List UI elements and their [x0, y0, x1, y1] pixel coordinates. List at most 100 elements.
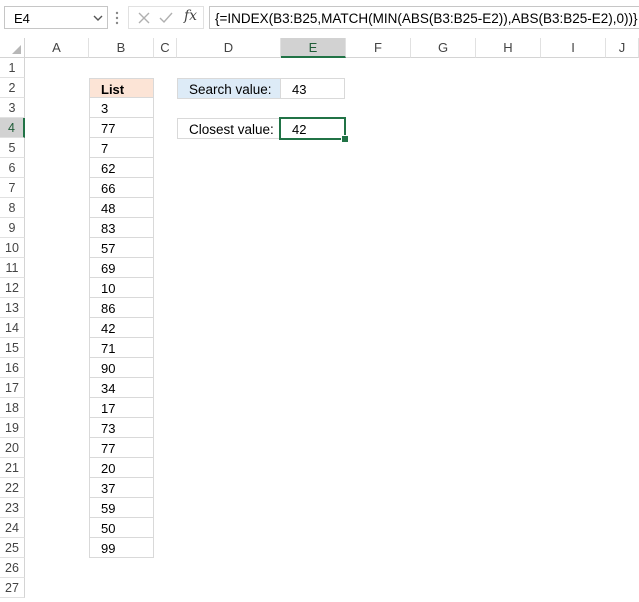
- list-value: 90: [101, 361, 116, 376]
- column-header-g[interactable]: G: [411, 38, 476, 58]
- row-header-22[interactable]: 22: [0, 478, 25, 498]
- list-cell[interactable]: 83: [89, 218, 154, 238]
- insert-function-icon[interactable]: fx: [184, 8, 197, 24]
- list-cell[interactable]: 59: [89, 498, 154, 518]
- list-value: 3: [101, 101, 109, 116]
- row-header-25[interactable]: 25: [0, 538, 25, 558]
- list-value: 48: [101, 201, 116, 216]
- closest-value-label-cell[interactable]: Closest value:: [177, 118, 281, 139]
- list-value: 42: [101, 321, 116, 336]
- list-value: 7: [101, 141, 109, 156]
- list-value: 69: [101, 261, 116, 276]
- fill-handle[interactable]: [341, 135, 349, 143]
- list-cell[interactable]: 77: [89, 438, 154, 458]
- list-value: 99: [101, 541, 116, 556]
- list-value: 20: [101, 461, 116, 476]
- row-header-16[interactable]: 16: [0, 358, 25, 378]
- formula-buttons: fx: [128, 6, 204, 29]
- row-header-17[interactable]: 17: [0, 378, 25, 398]
- list-cell[interactable]: 57: [89, 238, 154, 258]
- list-cell[interactable]: 66: [89, 178, 154, 198]
- row-header-14[interactable]: 14: [0, 318, 25, 338]
- row-header-11[interactable]: 11: [0, 258, 25, 278]
- list-cell[interactable]: 17: [89, 398, 154, 418]
- list-value: 57: [101, 241, 116, 256]
- row-header-12[interactable]: 12: [0, 278, 25, 298]
- column-header-e[interactable]: E: [281, 38, 346, 58]
- enter-check-icon[interactable]: [159, 11, 173, 25]
- row-header-2[interactable]: 2: [0, 78, 25, 98]
- list-cell[interactable]: 37: [89, 478, 154, 498]
- list-cell[interactable]: 62: [89, 158, 154, 178]
- list-cell[interactable]: 99: [89, 538, 154, 558]
- list-cell[interactable]: 3: [89, 98, 154, 118]
- list-value: 73: [101, 421, 116, 436]
- row-header-21[interactable]: 21: [0, 458, 25, 478]
- closest-value-cell-selected[interactable]: 42: [279, 117, 346, 140]
- list-cell[interactable]: 73: [89, 418, 154, 438]
- cancel-icon[interactable]: [137, 11, 151, 25]
- column-header-c[interactable]: C: [154, 38, 177, 58]
- search-value: 43: [292, 82, 307, 97]
- row-header-9[interactable]: 9: [0, 218, 25, 238]
- list-cell[interactable]: 69: [89, 258, 154, 278]
- search-value-label-cell[interactable]: Search value:: [177, 78, 281, 99]
- column-header-f[interactable]: F: [346, 38, 411, 58]
- row-header-24[interactable]: 24: [0, 518, 25, 538]
- list-value: 77: [101, 441, 116, 456]
- select-all-button[interactable]: [0, 38, 25, 58]
- list-value: 34: [101, 381, 116, 396]
- list-cell[interactable]: 42: [89, 318, 154, 338]
- list-value: 62: [101, 161, 116, 176]
- list-cell[interactable]: 90: [89, 358, 154, 378]
- row-header-27[interactable]: 27: [0, 578, 25, 598]
- list-cell[interactable]: 10: [89, 278, 154, 298]
- column-header-i[interactable]: I: [541, 38, 606, 58]
- list-header-cell[interactable]: List: [89, 78, 154, 98]
- list-value: 50: [101, 521, 116, 536]
- column-header-b[interactable]: B: [89, 38, 154, 58]
- list-cell[interactable]: 77: [89, 118, 154, 138]
- column-header-h[interactable]: H: [476, 38, 541, 58]
- row-header-23[interactable]: 23: [0, 498, 25, 518]
- chevron-down-icon[interactable]: [93, 13, 103, 23]
- list-cell[interactable]: 71: [89, 338, 154, 358]
- cell-area[interactable]: List 3 77 7 62 66 48 83 57 69 10 86 42 71 90 34 17 73 77 20…: [25, 58, 639, 602]
- list-value: 66: [101, 181, 116, 196]
- list-value: 17: [101, 401, 116, 416]
- row-header-3[interactable]: 3: [0, 98, 25, 118]
- list-value: 71: [101, 341, 116, 356]
- list-value: 37: [101, 481, 116, 496]
- list-cell[interactable]: 86: [89, 298, 154, 318]
- row-header-26[interactable]: 26: [0, 558, 25, 578]
- list-cell[interactable]: 48: [89, 198, 154, 218]
- column-header-j[interactable]: J: [606, 38, 639, 58]
- formula-input[interactable]: {=INDEX(B3:B25,MATCH(MIN(ABS(B3:B25-E2))…: [209, 6, 639, 29]
- row-header-18[interactable]: 18: [0, 398, 25, 418]
- row-header-19[interactable]: 19: [0, 418, 25, 438]
- row-header-7[interactable]: 7: [0, 178, 25, 198]
- spreadsheet-grid: ABCDEFGHIJ 1 2 3 4 5 6 7 8 9 10 11 12 13 14 15 16 17 18 19…: [0, 38, 639, 602]
- row-header-8[interactable]: 8: [0, 198, 25, 218]
- row-header-15[interactable]: 15: [0, 338, 25, 358]
- search-value-cell[interactable]: 43: [280, 78, 345, 99]
- list-value: 10: [101, 281, 116, 296]
- name-box[interactable]: E4: [4, 6, 108, 29]
- list-cell[interactable]: 34: [89, 378, 154, 398]
- row-header-10[interactable]: 10: [0, 238, 25, 258]
- list-cell[interactable]: 50: [89, 518, 154, 538]
- list-cell[interactable]: 20: [89, 458, 154, 478]
- row-header-13[interactable]: 13: [0, 298, 25, 318]
- list-value: 86: [101, 301, 116, 316]
- row-header-6[interactable]: 6: [0, 158, 25, 178]
- column-header-a[interactable]: A: [25, 38, 89, 58]
- row-header-20[interactable]: 20: [0, 438, 25, 458]
- row-header-4[interactable]: 4: [0, 118, 25, 138]
- formula-bar: E4 fx {=INDEX(B3:B25,MATCH(MIN(ABS(B3:B2…: [0, 0, 639, 38]
- list-cell[interactable]: 7: [89, 138, 154, 158]
- row-header-5[interactable]: 5: [0, 138, 25, 158]
- list-value: 59: [101, 501, 116, 516]
- select-all-triangle-icon: [12, 45, 21, 54]
- column-header-d[interactable]: D: [177, 38, 281, 58]
- row-header-1[interactable]: 1: [0, 58, 25, 78]
